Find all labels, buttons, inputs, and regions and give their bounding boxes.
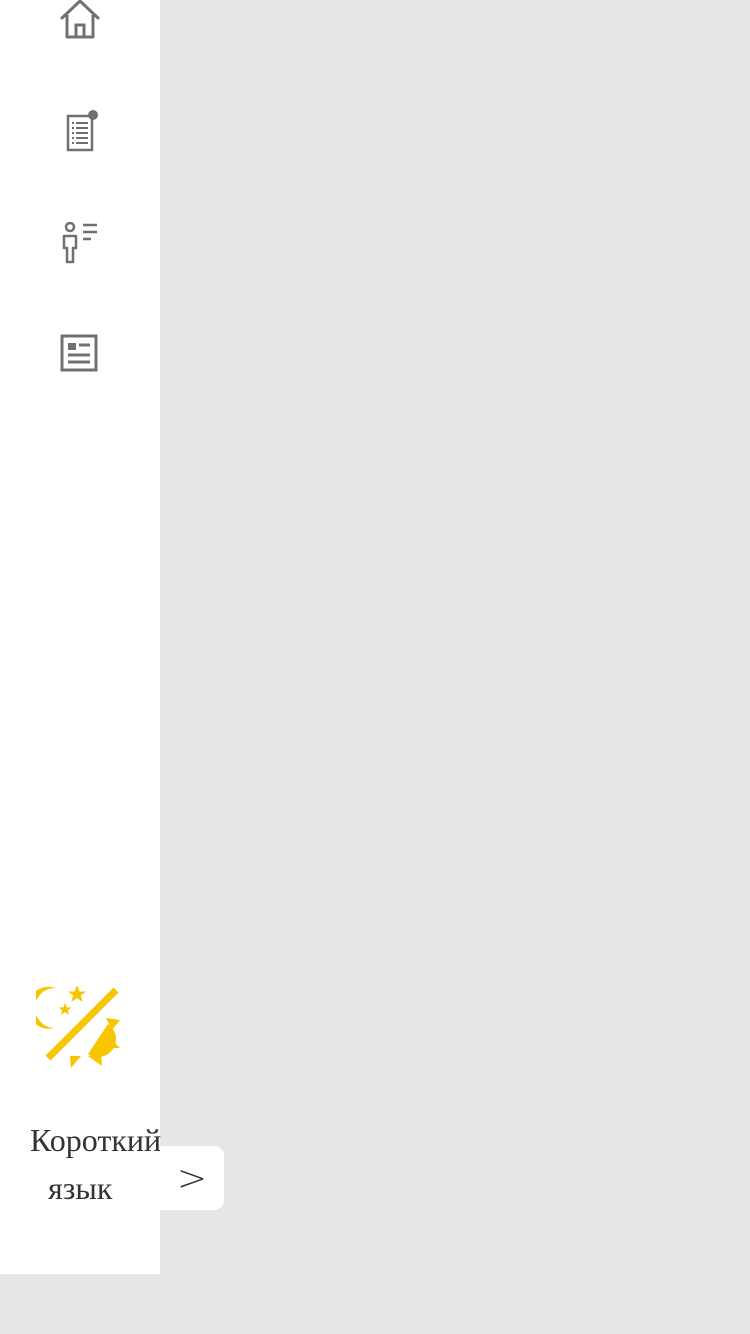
sidebar: Короткий язык [0, 0, 162, 1274]
person-list-icon [58, 222, 102, 266]
theme-toggle-button[interactable] [27, 984, 124, 1072]
main-content-area [160, 0, 750, 1334]
home-icon [58, 0, 102, 42]
language-label-line2: язык [48, 1170, 113, 1206]
sidebar-item-notices[interactable] [0, 102, 160, 162]
chevron-right-icon: > [176, 1157, 208, 1199]
sidebar-item-home[interactable] [0, 0, 160, 50]
expand-sidebar-button[interactable]: > [160, 1146, 224, 1210]
day-night-toggle-icon [27, 985, 124, 1076]
sidebar-item-news[interactable] [0, 324, 160, 384]
language-label-line1: Короткий [30, 1122, 162, 1158]
short-language-link[interactable]: Короткий язык [0, 1116, 162, 1212]
document-list-icon [60, 110, 100, 154]
sidebar-item-profile[interactable] [0, 214, 160, 274]
notification-dot [88, 110, 98, 120]
newspaper-icon [58, 332, 102, 376]
